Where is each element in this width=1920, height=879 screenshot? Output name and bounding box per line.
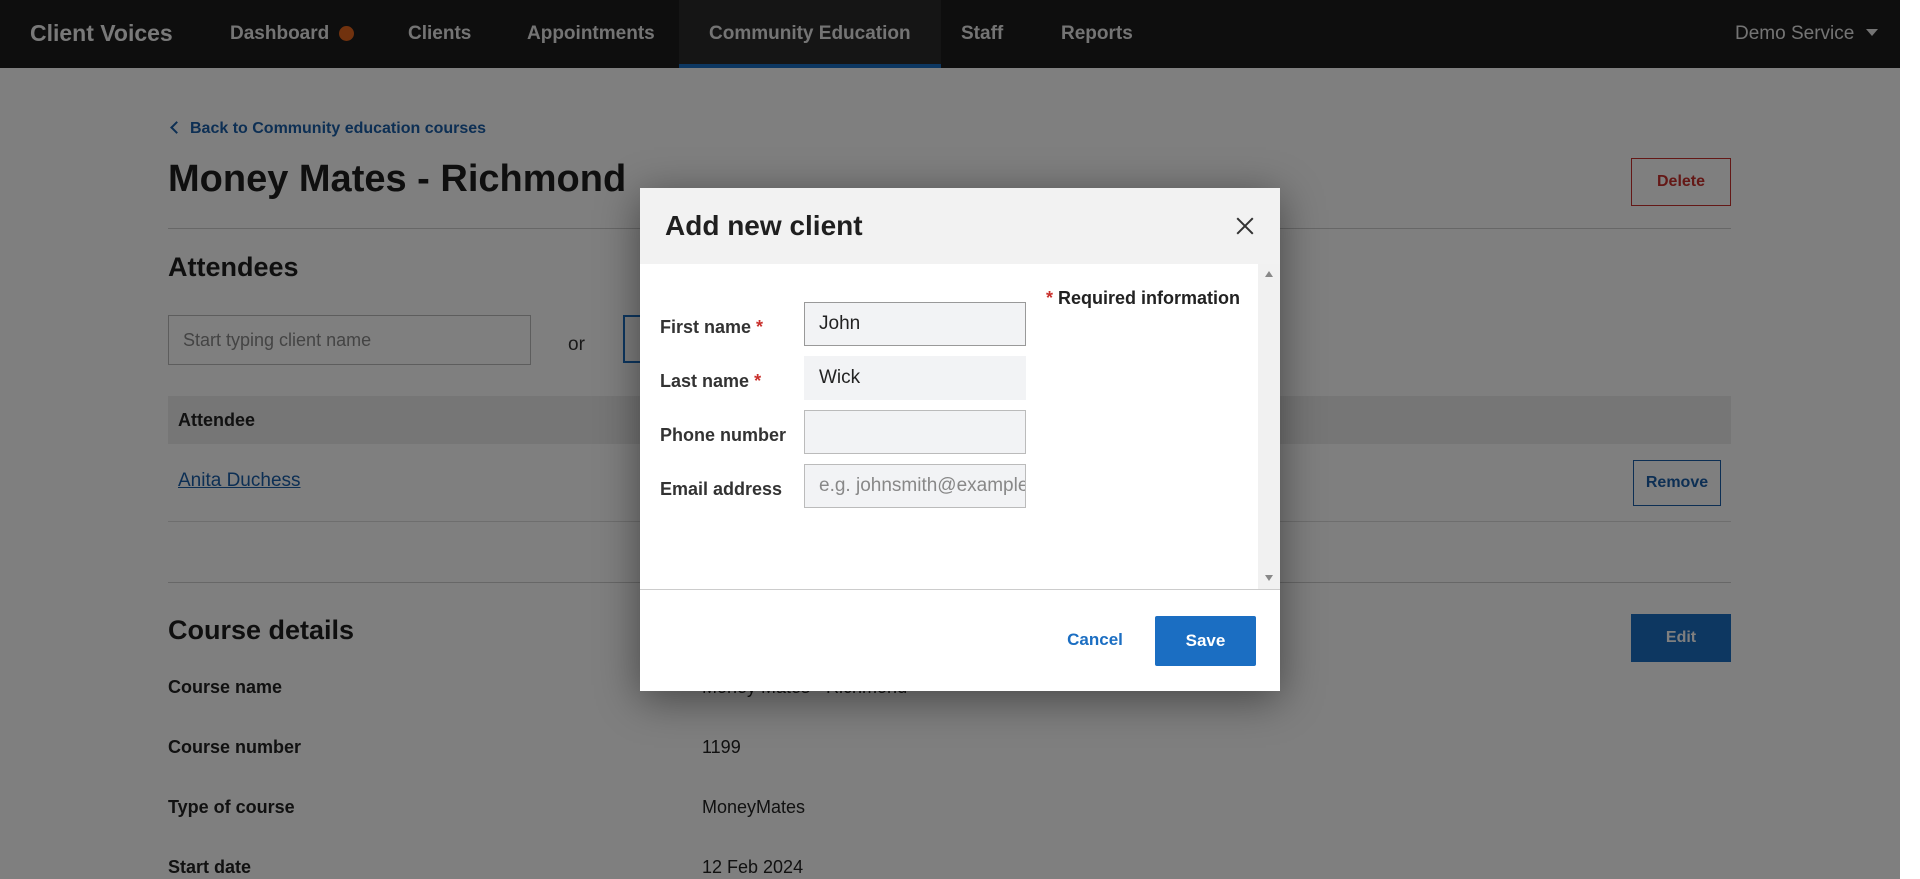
required-star: * xyxy=(756,317,764,337)
email-address-label: Email address xyxy=(660,479,783,499)
last-name-label: Last name * xyxy=(660,371,761,392)
first-name-label: First name * xyxy=(660,317,763,338)
dialog-footer-divider xyxy=(640,589,1280,590)
first-name-field[interactable] xyxy=(804,302,1026,346)
dialog-scrollbar[interactable] xyxy=(1258,264,1280,589)
phone-number-label: Phone number xyxy=(660,425,787,445)
email-field[interactable] xyxy=(804,464,1026,508)
required-note-text: Required information xyxy=(1057,288,1240,308)
required-info-note: * Required information xyxy=(1046,288,1240,309)
scroll-down-arrow-icon[interactable] xyxy=(1265,575,1273,581)
save-button[interactable]: Save xyxy=(1155,616,1256,666)
scroll-up-arrow-icon[interactable] xyxy=(1265,271,1273,277)
required-star: * xyxy=(754,371,762,391)
cancel-button[interactable]: Cancel xyxy=(1060,616,1130,664)
first-name-label-text: First name xyxy=(660,317,752,337)
last-name-label-text: Last name xyxy=(660,371,750,391)
add-client-dialog: Add new client * Required information Fi… xyxy=(640,188,1280,691)
dialog-body: * Required information First name * Last… xyxy=(640,264,1280,589)
phone-number-field[interactable] xyxy=(804,410,1026,454)
required-star: * xyxy=(1045,288,1053,308)
dialog-title: Add new client xyxy=(665,210,863,241)
last-name-field[interactable] xyxy=(804,356,1026,400)
page-right-edge xyxy=(1900,0,1920,879)
close-icon[interactable] xyxy=(1230,211,1260,241)
dialog-header: Add new client xyxy=(640,188,1280,264)
